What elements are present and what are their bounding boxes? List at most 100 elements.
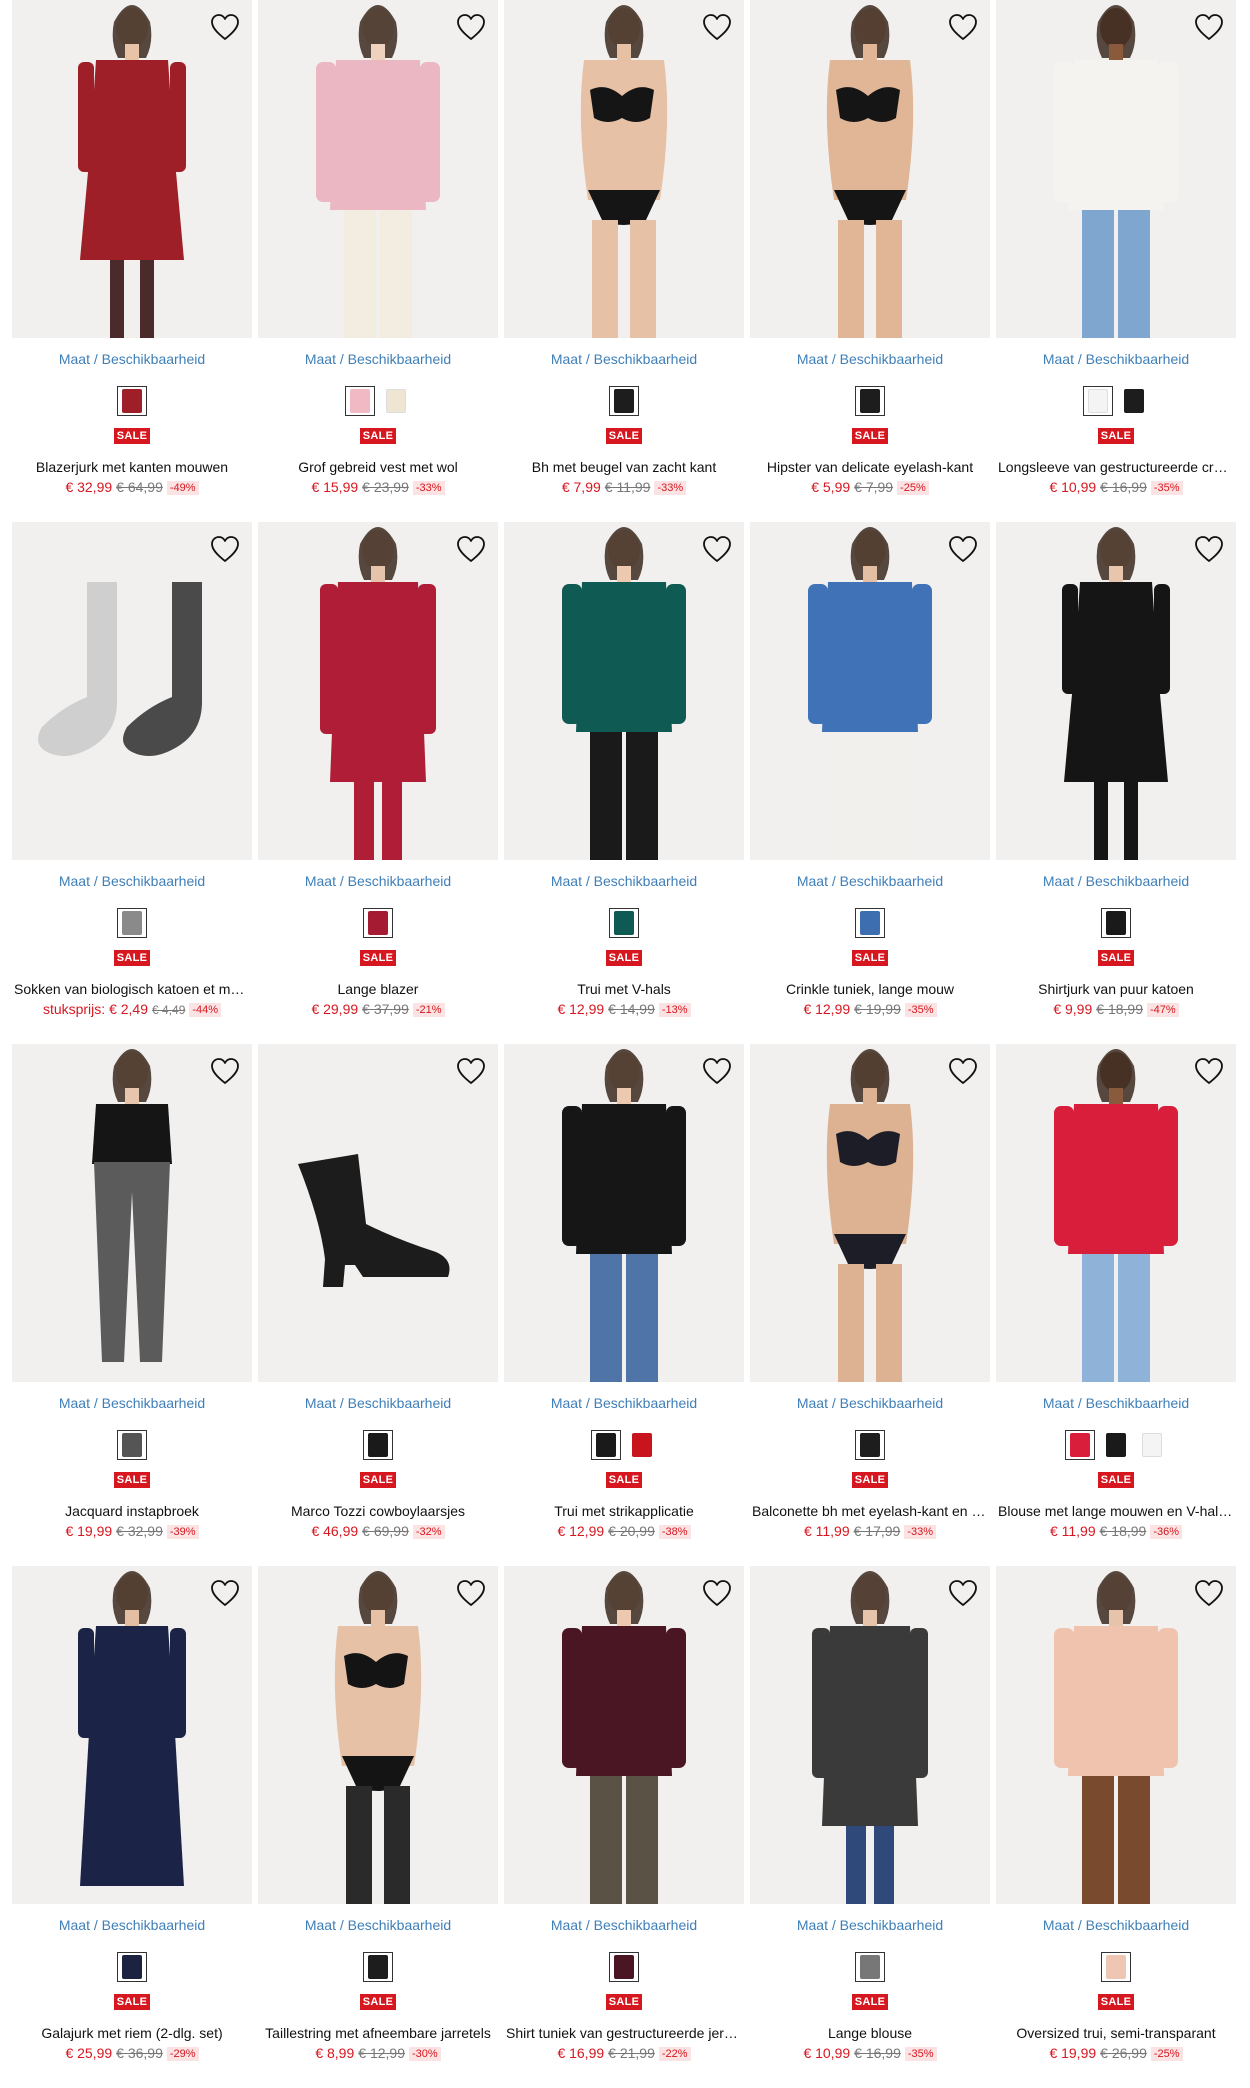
- size-availability-link[interactable]: Maat / Beschikbaarheid: [258, 1394, 498, 1412]
- wishlist-button[interactable]: [946, 1576, 980, 1610]
- color-swatch[interactable]: [1101, 1952, 1131, 1982]
- color-swatch[interactable]: [591, 1430, 621, 1460]
- product-image[interactable]: [996, 1566, 1236, 1904]
- color-swatch[interactable]: [117, 1430, 147, 1460]
- size-availability-link[interactable]: Maat / Beschikbaarheid: [504, 1916, 744, 1934]
- size-availability-link[interactable]: Maat / Beschikbaarheid: [996, 350, 1236, 368]
- product-image[interactable]: [996, 0, 1236, 338]
- color-swatch[interactable]: [855, 1430, 885, 1460]
- color-swatch[interactable]: [1101, 1430, 1131, 1460]
- color-swatch[interactable]: [381, 386, 411, 416]
- product-card[interactable]: Maat / Beschikbaarheid SALE Crinkle tuni…: [750, 522, 990, 1044]
- product-card[interactable]: Maat / Beschikbaarheid SALE Oversized tr…: [996, 1566, 1236, 2088]
- wishlist-button[interactable]: [1192, 1576, 1226, 1610]
- product-name[interactable]: Grof gebreid vest met wol: [258, 458, 498, 476]
- product-image[interactable]: [504, 1566, 744, 1904]
- product-card[interactable]: Maat / Beschikbaarheid SALE Balconette b…: [750, 1044, 990, 1566]
- product-name[interactable]: Taillestring met afneembare jarretels: [258, 2024, 498, 2042]
- color-swatch[interactable]: [1119, 386, 1149, 416]
- product-name[interactable]: Marco Tozzi cowboylaarsjes: [258, 1502, 498, 1520]
- color-swatch[interactable]: [345, 386, 375, 416]
- color-swatch[interactable]: [855, 1952, 885, 1982]
- product-name[interactable]: Longsleeve van gestructureerde crêpe met…: [996, 458, 1236, 476]
- wishlist-button[interactable]: [946, 10, 980, 44]
- color-swatch[interactable]: [1065, 1430, 1095, 1460]
- size-availability-link[interactable]: Maat / Beschikbaarheid: [258, 872, 498, 890]
- size-availability-link[interactable]: Maat / Beschikbaarheid: [12, 350, 252, 368]
- product-name[interactable]: Jacquard instapbroek: [12, 1502, 252, 1520]
- product-name[interactable]: Crinkle tuniek, lange mouw: [750, 980, 990, 998]
- product-image[interactable]: [504, 522, 744, 860]
- product-card[interactable]: Maat / Beschikbaarheid SALE Grof gebreid…: [258, 0, 498, 522]
- product-card[interactable]: Maat / Beschikbaarheid SALE Jacquard ins…: [12, 1044, 252, 1566]
- product-card[interactable]: Maat / Beschikbaarheid SALE Galajurk met…: [12, 1566, 252, 2088]
- product-image[interactable]: [504, 0, 744, 338]
- product-image[interactable]: [750, 0, 990, 338]
- product-card[interactable]: Maat / Beschikbaarheid SALE Shirtjurk va…: [996, 522, 1236, 1044]
- color-swatch[interactable]: [855, 386, 885, 416]
- wishlist-button[interactable]: [1192, 1054, 1226, 1088]
- wishlist-button[interactable]: [700, 10, 734, 44]
- product-card[interactable]: Maat / Beschikbaarheid SALE Lange blouse…: [750, 1566, 990, 2088]
- product-name[interactable]: Hipster van delicate eyelash-kant: [750, 458, 990, 476]
- wishlist-button[interactable]: [208, 532, 242, 566]
- wishlist-button[interactable]: [208, 1054, 242, 1088]
- product-name[interactable]: Oversized trui, semi-transparant: [996, 2024, 1236, 2042]
- product-name[interactable]: Galajurk met riem (2-dlg. set): [12, 2024, 252, 2042]
- product-image[interactable]: [258, 1044, 498, 1382]
- product-card[interactable]: Maat / Beschikbaarheid SALE Trui met str…: [504, 1044, 744, 1566]
- product-card[interactable]: Maat / Beschikbaarheid SALE Marco Tozzi …: [258, 1044, 498, 1566]
- product-card[interactable]: Maat / Beschikbaarheid SALE Trui met V-h…: [504, 522, 744, 1044]
- product-name[interactable]: Trui met V-hals: [504, 980, 744, 998]
- product-image[interactable]: [12, 1044, 252, 1382]
- size-availability-link[interactable]: Maat / Beschikbaarheid: [750, 1394, 990, 1412]
- size-availability-link[interactable]: Maat / Beschikbaarheid: [750, 1916, 990, 1934]
- size-availability-link[interactable]: Maat / Beschikbaarheid: [12, 1394, 252, 1412]
- color-swatch[interactable]: [609, 386, 639, 416]
- wishlist-button[interactable]: [208, 10, 242, 44]
- product-image[interactable]: [258, 1566, 498, 1904]
- product-name[interactable]: Lange blouse: [750, 2024, 990, 2042]
- wishlist-button[interactable]: [700, 1576, 734, 1610]
- wishlist-button[interactable]: [700, 1054, 734, 1088]
- product-card[interactable]: Maat / Beschikbaarheid SALE Sokken van b…: [12, 522, 252, 1044]
- size-availability-link[interactable]: Maat / Beschikbaarheid: [750, 872, 990, 890]
- product-image[interactable]: [750, 1566, 990, 1904]
- product-card[interactable]: Maat / Beschikbaarheid SALE Blazerjurk m…: [12, 0, 252, 522]
- wishlist-button[interactable]: [454, 1054, 488, 1088]
- color-swatch[interactable]: [117, 1952, 147, 1982]
- product-name[interactable]: Trui met strikapplicatie: [504, 1502, 744, 1520]
- product-name[interactable]: Shirtjurk van puur katoen: [996, 980, 1236, 998]
- wishlist-button[interactable]: [454, 10, 488, 44]
- color-swatch[interactable]: [363, 908, 393, 938]
- size-availability-link[interactable]: Maat / Beschikbaarheid: [258, 1916, 498, 1934]
- product-card[interactable]: Maat / Beschikbaarheid SALE Taillestring…: [258, 1566, 498, 2088]
- size-availability-link[interactable]: Maat / Beschikbaarheid: [750, 350, 990, 368]
- product-name[interactable]: Lange blazer: [258, 980, 498, 998]
- product-image[interactable]: [12, 522, 252, 860]
- color-swatch[interactable]: [1101, 908, 1131, 938]
- product-card[interactable]: Maat / Beschikbaarheid SALE Blouse met l…: [996, 1044, 1236, 1566]
- color-swatch[interactable]: [117, 386, 147, 416]
- product-card[interactable]: Maat / Beschikbaarheid SALE Longsleeve v…: [996, 0, 1236, 522]
- product-card[interactable]: Maat / Beschikbaarheid SALE Hipster van …: [750, 0, 990, 522]
- product-image[interactable]: [504, 1044, 744, 1382]
- color-swatch[interactable]: [363, 1952, 393, 1982]
- product-image[interactable]: [258, 522, 498, 860]
- product-name[interactable]: Shirt tuniek van gestructureerde jersey …: [504, 2024, 744, 2042]
- size-availability-link[interactable]: Maat / Beschikbaarheid: [12, 872, 252, 890]
- product-card[interactable]: Maat / Beschikbaarheid SALE Lange blazer…: [258, 522, 498, 1044]
- product-image[interactable]: [12, 0, 252, 338]
- size-availability-link[interactable]: Maat / Beschikbaarheid: [996, 1916, 1236, 1934]
- color-swatch[interactable]: [363, 1430, 393, 1460]
- size-availability-link[interactable]: Maat / Beschikbaarheid: [258, 350, 498, 368]
- size-availability-link[interactable]: Maat / Beschikbaarheid: [504, 872, 744, 890]
- color-swatch[interactable]: [855, 908, 885, 938]
- wishlist-button[interactable]: [454, 532, 488, 566]
- product-image[interactable]: [996, 522, 1236, 860]
- wishlist-button[interactable]: [208, 1576, 242, 1610]
- size-availability-link[interactable]: Maat / Beschikbaarheid: [996, 1394, 1236, 1412]
- wishlist-button[interactable]: [946, 532, 980, 566]
- product-image[interactable]: [750, 1044, 990, 1382]
- product-image[interactable]: [258, 0, 498, 338]
